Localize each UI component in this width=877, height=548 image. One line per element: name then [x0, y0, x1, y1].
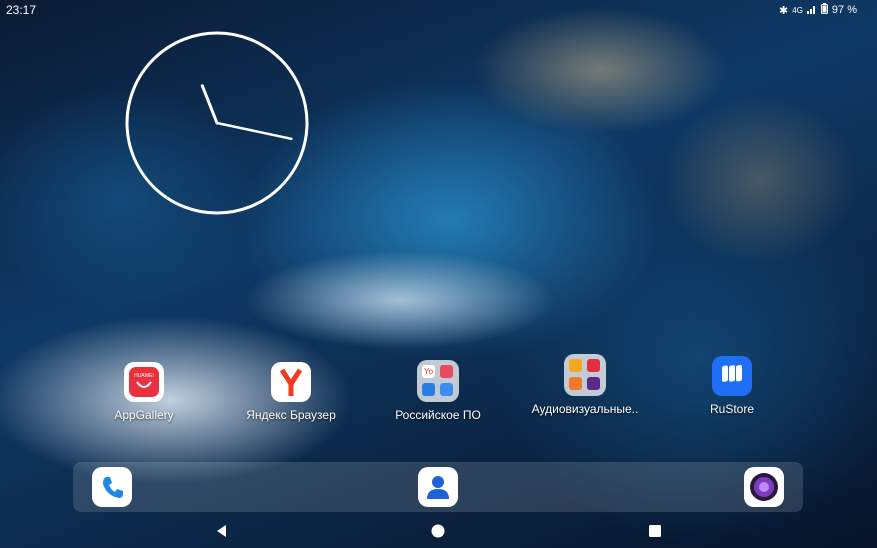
app-label: Яндекс Браузер	[246, 408, 336, 422]
app-appgallery[interactable]: HUAWEI AppGallery	[89, 362, 199, 422]
folder-label: Аудиовизуальные..	[531, 402, 639, 416]
folder-icon: Yo	[417, 360, 459, 402]
app-rustore[interactable]: RuStore	[677, 356, 787, 416]
appgallery-icon: HUAWEI	[124, 362, 164, 402]
contacts-icon[interactable]	[418, 467, 458, 507]
cloud-app-icon	[422, 383, 435, 396]
app-label: AppGallery	[114, 408, 174, 422]
clock-hour-hand	[200, 84, 219, 125]
yandex-app-icon: Yo	[422, 365, 435, 378]
folder-russian-software[interactable]: Yo Российское ПО	[383, 360, 493, 422]
ivi-app-icon	[587, 359, 600, 372]
folder-audiovisual[interactable]: Аудиовизуальные..	[530, 354, 640, 416]
tv-app-icon	[587, 377, 600, 390]
rustore-icon	[712, 356, 752, 396]
yandex-browser-icon	[271, 362, 311, 402]
battery-icon	[820, 3, 828, 17]
app-yandex-browser[interactable]: Яндекс Браузер	[236, 362, 346, 422]
app-label: RuStore	[709, 402, 755, 416]
network-type: 4G	[792, 5, 803, 15]
folder-icon	[564, 354, 606, 396]
gosuslugi-icon	[440, 365, 453, 378]
analog-clock-widget[interactable]	[124, 30, 310, 216]
home-button[interactable]	[429, 522, 447, 540]
bluetooth-icon: ✱	[779, 4, 789, 17]
status-icons: ✱ 4G 97 %	[779, 3, 857, 17]
appgallery-brand: HUAWEI	[134, 373, 154, 379]
signal-icon	[806, 4, 817, 17]
camera-icon[interactable]	[744, 467, 784, 507]
video-app-icon	[569, 359, 582, 372]
status-bar: 23:17 ✱ 4G 97 %	[0, 0, 877, 20]
phone-icon[interactable]	[92, 467, 132, 507]
clock-minute-hand	[215, 121, 293, 141]
back-button[interactable]	[213, 522, 231, 540]
navigation-bar	[0, 514, 877, 548]
folder-label: Российское ПО	[395, 408, 481, 422]
music-app-icon	[569, 377, 582, 390]
battery-percent: 97 %	[831, 4, 857, 16]
recents-button[interactable]	[646, 522, 664, 540]
status-time: 23:17	[6, 3, 37, 17]
maps-app-icon	[440, 383, 453, 396]
